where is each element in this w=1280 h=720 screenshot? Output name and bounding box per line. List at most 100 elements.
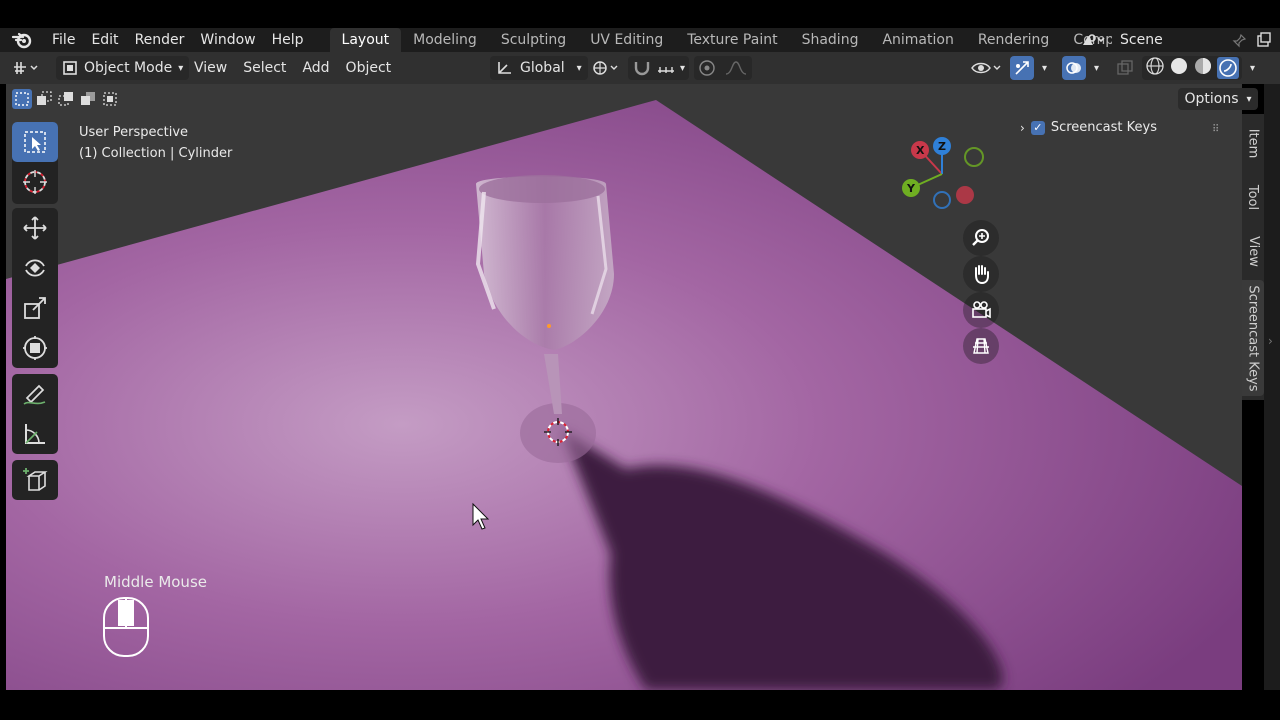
tab-rendering[interactable]: Rendering	[966, 28, 1062, 52]
screencast-keys-panel-header[interactable]: › ✓ Screencast Keys	[1020, 120, 1157, 135]
chevron-down-icon[interactable]: ▾	[1094, 63, 1099, 74]
gizmo-z-label: Z	[938, 140, 946, 153]
snapping-toggle[interactable]: ▾	[628, 52, 690, 84]
tab-uv-editing[interactable]: UV Editing	[578, 28, 675, 52]
screencast-key-label: Middle Mouse	[104, 573, 207, 591]
header-menu-add[interactable]: Add	[294, 60, 337, 76]
pin-icon[interactable]	[1232, 33, 1247, 52]
select-subtract-icon[interactable]	[56, 89, 76, 109]
camera-view-button[interactable]	[963, 292, 999, 328]
proportional-editing-toggle[interactable]	[694, 52, 752, 84]
mouse-icon	[103, 597, 149, 657]
orientation-icon	[498, 62, 511, 74]
select-invert-icon[interactable]	[78, 89, 98, 109]
scene-selector[interactable]: Scene	[1076, 28, 1280, 52]
tool-group-add	[12, 460, 58, 500]
select-extend-icon[interactable]	[34, 89, 54, 109]
wireframe-shading-icon[interactable]	[1145, 56, 1165, 80]
solid-shading-icon[interactable]	[1169, 56, 1189, 80]
tab-texture-paint[interactable]: Texture Paint	[675, 28, 789, 52]
tab-sculpting[interactable]: Sculpting	[489, 28, 578, 52]
glass-rim	[479, 175, 605, 203]
menu-window[interactable]: Window	[192, 32, 263, 48]
mode-dropdown[interactable]: Object Mode ▾	[56, 52, 190, 84]
xray-toggle[interactable]	[1116, 52, 1134, 84]
menu-help[interactable]: Help	[264, 32, 312, 48]
magnet-icon	[634, 62, 650, 76]
zoom-button[interactable]	[963, 220, 999, 256]
options-dropdown[interactable]: Options ▾	[1178, 88, 1258, 110]
cursor-tool[interactable]	[12, 162, 58, 202]
measure-tool[interactable]	[12, 414, 58, 454]
object-mode-icon	[63, 61, 77, 75]
sidebar-tab-tool[interactable]: Tool	[1242, 172, 1264, 222]
sidebar-tab-item[interactable]: Item	[1242, 118, 1264, 168]
sidebar-tab-view[interactable]: View	[1242, 226, 1264, 276]
cursor-icon	[23, 170, 47, 194]
scene-name[interactable]: Scene	[1112, 30, 1280, 50]
measure-ruler-icon	[25, 424, 45, 444]
chevron-down-icon: ▾	[178, 62, 184, 74]
grid-icon	[973, 338, 989, 354]
material-shading-icon[interactable]	[1193, 56, 1213, 80]
gizmo-neg-y[interactable]	[964, 147, 984, 167]
tab-animation[interactable]: Animation	[870, 28, 965, 52]
shading-mode-group: ▾	[1142, 52, 1255, 84]
menu-file[interactable]: File	[44, 32, 83, 48]
xray-icon	[1117, 60, 1133, 75]
new-scene-icon[interactable]	[1256, 32, 1272, 52]
select-new-icon[interactable]	[12, 89, 32, 109]
snap-increment-icon	[658, 67, 674, 73]
transform-orientation-dropdown[interactable]: Global ▾	[490, 52, 588, 84]
editor-type-button[interactable]	[12, 52, 44, 84]
transform-tool[interactable]	[12, 328, 58, 368]
menu-edit[interactable]: Edit	[83, 32, 126, 48]
tab-layout[interactable]: Layout	[329, 28, 402, 52]
camera-icon	[972, 301, 991, 319]
header-menu-select[interactable]: Select	[235, 60, 294, 76]
tab-modeling[interactable]: Modeling	[401, 28, 489, 52]
tab-shading[interactable]: Shading	[790, 28, 871, 52]
header-menu-view[interactable]: View	[186, 60, 235, 76]
add-cube-icon	[23, 468, 48, 491]
screencast-checkbox[interactable]: ✓	[1030, 120, 1045, 135]
gizmo-y-label: Y	[907, 182, 915, 195]
visibility-dropdown[interactable]	[970, 52, 1004, 84]
annotate-pencil-icon	[23, 384, 46, 405]
add-cube-tool[interactable]	[12, 460, 58, 500]
header-menu-object[interactable]: Object	[338, 60, 400, 76]
rotate-tool[interactable]	[12, 248, 58, 288]
gizmo-toggle[interactable]: ▾	[1010, 52, 1047, 84]
gizmo-x-label: X	[916, 144, 925, 157]
gizmo-neg-x[interactable]	[956, 186, 974, 204]
3d-viewport[interactable]: User Perspective (1) Collection | Cylind…	[6, 84, 1242, 690]
panel-drag-handle-icon[interactable]: ⠿	[1212, 124, 1220, 135]
chevron-down-icon: ▾	[1246, 93, 1252, 105]
pivot-point-button[interactable]	[590, 52, 624, 84]
orientation-label: Global	[520, 60, 565, 76]
chevron-right-icon[interactable]: ›	[1268, 334, 1273, 348]
select-intersect-icon[interactable]	[100, 89, 120, 109]
blender-logo-icon[interactable]	[0, 28, 44, 52]
select-box-tool[interactable]	[12, 122, 58, 162]
chevron-down-icon: ▾	[680, 62, 686, 74]
annotate-tool[interactable]	[12, 374, 58, 414]
scale-tool[interactable]	[12, 288, 58, 328]
rendered-shading-icon[interactable]	[1217, 57, 1239, 79]
move-icon	[23, 216, 47, 240]
chevron-down-icon[interactable]: ▾	[1042, 63, 1047, 74]
bottom-letterbox	[0, 690, 1280, 720]
chevron-right-icon: ›	[1020, 120, 1025, 135]
chevron-down-icon[interactable]: ▾	[1250, 63, 1255, 74]
scale-icon	[24, 297, 46, 319]
sidebar-tab-screencast-keys[interactable]: Screencast Keys	[1242, 280, 1264, 396]
screencast-panel-label: Screencast Keys	[1050, 120, 1157, 135]
projection-toggle-button[interactable]	[963, 328, 999, 364]
gizmo-neg-z[interactable]	[933, 191, 951, 209]
pan-button[interactable]	[963, 256, 999, 292]
move-tool[interactable]	[12, 208, 58, 248]
overlays-toggle[interactable]: ▾	[1062, 52, 1099, 84]
menu-render[interactable]: Render	[127, 32, 193, 48]
hand-icon	[975, 265, 989, 285]
top-letterbox	[0, 0, 1280, 28]
